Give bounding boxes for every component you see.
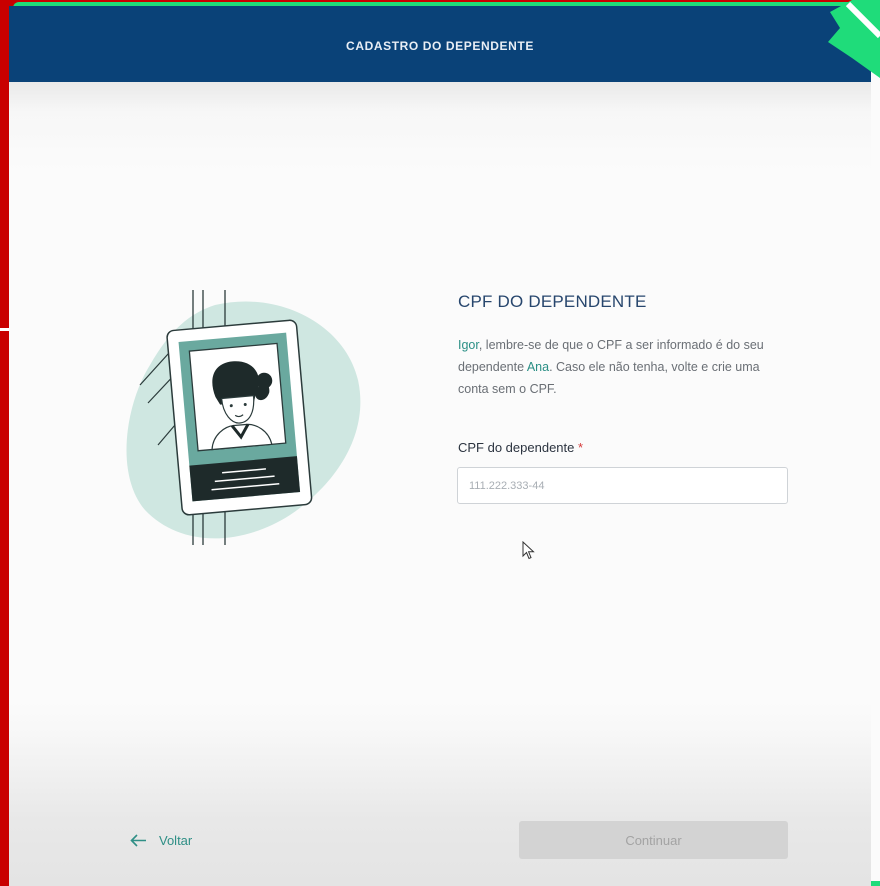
- cpf-field-label: CPF do dependente *: [458, 440, 583, 455]
- page-header: CADASTRO DO DEPENDENTE: [9, 6, 871, 82]
- continue-button[interactable]: Continuar: [519, 821, 788, 859]
- footer-bar: [9, 740, 871, 886]
- id-card-illustration: [126, 290, 361, 545]
- corner-badge-icon: [828, 0, 880, 78]
- section-title: CPF DO DEPENDENTE: [458, 292, 647, 311]
- cpf-label-text: CPF do dependente: [458, 440, 575, 455]
- arrow-left-icon: [130, 833, 146, 847]
- dependent-name: Ana: [526, 360, 550, 374]
- required-mark: *: [578, 440, 584, 455]
- section-description: Igor, lembre-se de que o CPF a ser infor…: [458, 334, 793, 400]
- user-name: Igor: [458, 338, 479, 352]
- cpf-input[interactable]: [457, 467, 788, 504]
- mouse-cursor-icon: [522, 541, 535, 560]
- page-title: CADASTRO DO DEPENDENTE: [346, 39, 534, 53]
- back-button-label: Voltar: [159, 832, 193, 848]
- back-button[interactable]: Voltar: [130, 827, 192, 853]
